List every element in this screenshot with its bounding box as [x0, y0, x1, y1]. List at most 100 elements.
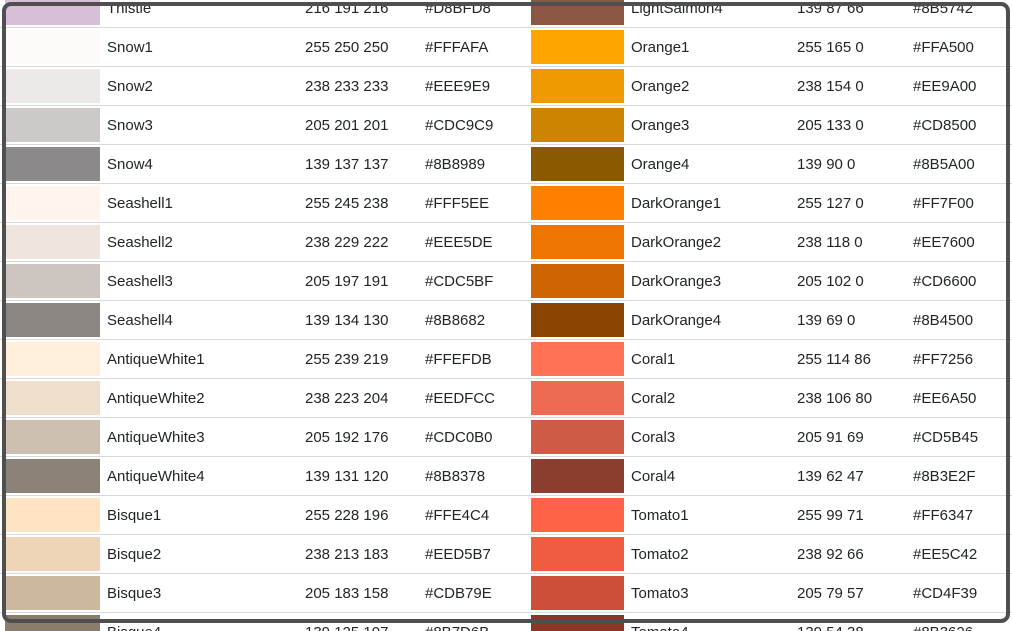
table-row: AntiqueWhite4139 131 120#8B8378Coral4139…: [0, 457, 1012, 496]
color-rgb: 238 106 80: [790, 379, 906, 418]
color-name: Bisque4: [100, 613, 298, 631]
color-name: AntiqueWhite1: [100, 340, 298, 379]
color-name: Snow3: [100, 106, 298, 145]
color-swatch-cell: [526, 457, 624, 496]
color-swatch: [5, 264, 100, 298]
color-hex: #FFA500: [906, 28, 1012, 67]
color-rgb: 238 233 233: [298, 67, 418, 106]
color-hex: #CDC5BF: [418, 262, 526, 301]
color-name: DarkOrange4: [624, 301, 790, 340]
table-row: Seashell3205 197 191#CDC5BFDarkOrange320…: [0, 262, 1012, 301]
color-swatch-cell: [0, 106, 100, 145]
color-name: Snow2: [100, 67, 298, 106]
color-swatch-cell: [0, 496, 100, 535]
color-name: Tomato2: [624, 535, 790, 574]
color-swatch: [5, 615, 100, 631]
color-swatch: [5, 108, 100, 142]
table-row: Seashell1255 245 238#FFF5EEDarkOrange125…: [0, 184, 1012, 223]
color-name: Seashell2: [100, 223, 298, 262]
table-row: Bisque1255 228 196#FFE4C4Tomato1255 99 7…: [0, 496, 1012, 535]
color-name: Bisque3: [100, 574, 298, 613]
color-swatch: [531, 30, 624, 64]
color-swatch-cell: [0, 67, 100, 106]
color-hex: #8B3626: [906, 613, 1012, 631]
color-rgb: 139 69 0: [790, 301, 906, 340]
color-hex: #CDC0B0: [418, 418, 526, 457]
color-hex: #8B8682: [418, 301, 526, 340]
color-swatch: [531, 303, 624, 337]
table-row: Snow1255 250 250#FFFAFAOrange1255 165 0#…: [0, 28, 1012, 67]
color-rgb: 139 137 137: [298, 145, 418, 184]
color-name: DarkOrange2: [624, 223, 790, 262]
color-rgb: 238 118 0: [790, 223, 906, 262]
color-name: Tomato4: [624, 613, 790, 631]
color-name: Snow1: [100, 28, 298, 67]
color-chart-screen: Thistle216 191 216#D8BFD8LightSalmon4139…: [0, 0, 1012, 631]
color-rgb: 205 133 0: [790, 106, 906, 145]
color-rgb: 205 197 191: [298, 262, 418, 301]
color-swatch-cell: [526, 145, 624, 184]
color-hex: #EEE5DE: [418, 223, 526, 262]
color-swatch: [5, 186, 100, 220]
color-hex: #8B3E2F: [906, 457, 1012, 496]
color-rgb: 139 131 120: [298, 457, 418, 496]
color-name: Coral2: [624, 379, 790, 418]
color-hex: #8B5A00: [906, 145, 1012, 184]
table-row: Bisque4139 125 107#8B7D6BTomato4139 54 3…: [0, 613, 1012, 631]
color-rgb: 139 125 107: [298, 613, 418, 631]
color-name: Snow4: [100, 145, 298, 184]
color-hex: #EEDFCC: [418, 379, 526, 418]
table-row: Bisque2238 213 183#EED5B7Tomato2238 92 6…: [0, 535, 1012, 574]
color-name: Coral3: [624, 418, 790, 457]
color-rgb: 255 165 0: [790, 28, 906, 67]
color-swatch: [531, 615, 624, 631]
color-swatch: [5, 147, 100, 181]
color-hex: #FF7256: [906, 340, 1012, 379]
color-hex: #EE5C42: [906, 535, 1012, 574]
color-swatch-cell: [526, 496, 624, 535]
color-name: Orange3: [624, 106, 790, 145]
color-swatch: [5, 420, 100, 454]
color-swatch: [531, 69, 624, 103]
color-swatch-cell: [526, 379, 624, 418]
color-swatch-cell: [526, 223, 624, 262]
color-swatch: [531, 576, 624, 610]
color-hex: #8B5742: [906, 0, 1012, 28]
table-row: AntiqueWhite3205 192 176#CDC0B0Coral3205…: [0, 418, 1012, 457]
color-hex: #CD6600: [906, 262, 1012, 301]
color-swatch-cell: [0, 223, 100, 262]
color-name: Tomato3: [624, 574, 790, 613]
color-swatch-cell: [526, 28, 624, 67]
color-rgb: 238 223 204: [298, 379, 418, 418]
table-row: AntiqueWhite1255 239 219#FFEFDBCoral1255…: [0, 340, 1012, 379]
color-rgb: 205 183 158: [298, 574, 418, 613]
color-swatch-cell: [526, 262, 624, 301]
color-swatch-cell: [0, 184, 100, 223]
color-swatch-cell: [526, 184, 624, 223]
color-rgb: 139 62 47: [790, 457, 906, 496]
color-swatch-cell: [526, 535, 624, 574]
color-swatch-cell: [0, 574, 100, 613]
color-table-viewport: Thistle216 191 216#D8BFD8LightSalmon4139…: [0, 0, 1012, 631]
color-table: Thistle216 191 216#D8BFD8LightSalmon4139…: [0, 0, 1012, 631]
table-row: Snow2238 233 233#EEE9E9Orange2238 154 0#…: [0, 67, 1012, 106]
color-rgb: 255 250 250: [298, 28, 418, 67]
color-name: AntiqueWhite2: [100, 379, 298, 418]
color-swatch: [531, 186, 624, 220]
color-hex: #CD8500: [906, 106, 1012, 145]
color-hex: #FFEFDB: [418, 340, 526, 379]
color-table-body: Thistle216 191 216#D8BFD8LightSalmon4139…: [0, 0, 1012, 631]
color-hex: #D8BFD8: [418, 0, 526, 28]
color-swatch-cell: [0, 418, 100, 457]
color-hex: #CD5B45: [906, 418, 1012, 457]
color-name: Orange1: [624, 28, 790, 67]
color-swatch: [5, 576, 100, 610]
color-name: Seashell1: [100, 184, 298, 223]
table-row: Snow3205 201 201#CDC9C9Orange3205 133 0#…: [0, 106, 1012, 145]
table-row: Seashell4139 134 130#8B8682DarkOrange413…: [0, 301, 1012, 340]
color-rgb: 205 91 69: [790, 418, 906, 457]
color-rgb: 255 127 0: [790, 184, 906, 223]
color-swatch: [531, 264, 624, 298]
color-swatch: [531, 381, 624, 415]
color-name: AntiqueWhite3: [100, 418, 298, 457]
